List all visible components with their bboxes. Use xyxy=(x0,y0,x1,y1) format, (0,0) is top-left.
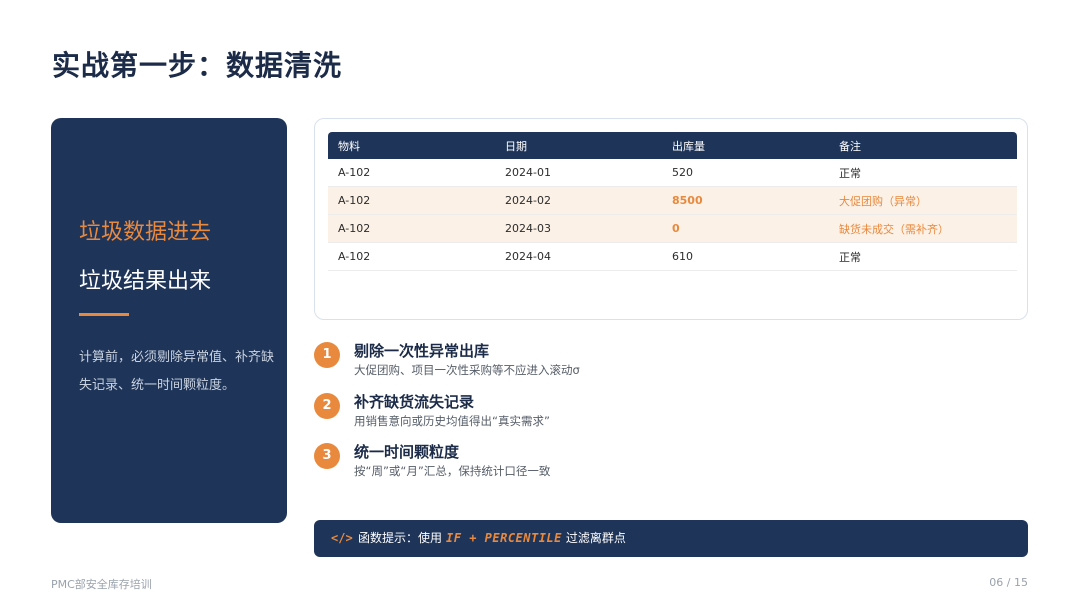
column-header-qty: 出库量 xyxy=(662,132,829,159)
tip-text: 函数提示：使用 IF + PERCENTILE 过滤离群点 xyxy=(358,520,626,557)
cell-material: A-102 xyxy=(328,242,495,271)
step-subtitle: 按“周”或“月”汇总，保持统计口径一致 xyxy=(354,464,551,478)
cell-qty: 610 xyxy=(662,242,829,271)
code-icon: </> xyxy=(331,531,353,545)
column-header-note: 备注 xyxy=(829,132,1017,159)
cell-qty: 520 xyxy=(662,159,829,187)
page-title: 实战第一步：数据清洗 xyxy=(52,49,343,82)
function-tip-bar: </> 函数提示：使用 IF + PERCENTILE 过滤离群点 xyxy=(314,520,1028,557)
step-title: 剔除一次性异常出库 xyxy=(354,342,490,360)
step-number-badge: 3 xyxy=(314,443,340,469)
table-row-anomaly: A-102 2024-02 8500 大促团购（异常） xyxy=(328,186,1017,215)
step-title: 统一时间颗粒度 xyxy=(354,443,460,461)
summary-panel: 垃圾数据进去 垃圾结果出来 计算前，必须剔除异常值、补齐缺失记录、统一时间颗粒度… xyxy=(51,118,287,523)
cell-date: 2024-04 xyxy=(495,242,662,271)
panel-divider xyxy=(79,313,129,316)
cell-material: A-102 xyxy=(328,186,495,215)
table-row: A-102 2024-01 520 正常 xyxy=(328,159,1017,187)
cell-material: A-102 xyxy=(328,214,495,243)
cell-qty: 0 xyxy=(662,214,829,243)
column-header-date: 日期 xyxy=(495,132,662,159)
tip-formula: IF + PERCENTILE xyxy=(446,531,562,545)
step-number-badge: 1 xyxy=(314,342,340,368)
cell-note: 正常 xyxy=(829,242,1017,271)
cell-date: 2024-01 xyxy=(495,159,662,187)
column-header-material: 物料 xyxy=(328,132,495,159)
step-item: 3 统一时间颗粒度 按“周”或“月”汇总，保持统计口径一致 xyxy=(314,441,1028,491)
cell-material: A-102 xyxy=(328,159,495,187)
table-header-row: 物料 日期 出库量 备注 xyxy=(328,132,1017,159)
cell-note: 大促团购（异常） xyxy=(829,186,1017,215)
footer-deck-title: PMC部安全库存培训 xyxy=(51,578,152,591)
step-item: 2 补齐缺货流失记录 用销售意向或历史均值得出“真实需求” xyxy=(314,391,1028,441)
step-title: 补齐缺货流失记录 xyxy=(354,393,475,411)
step-item: 1 剔除一次性异常出库 大促团购、项目一次性采购等不应进入滚动σ xyxy=(314,340,1028,390)
table-row-missing: A-102 2024-03 0 缺货未成交（需补齐） xyxy=(328,214,1017,243)
step-subtitle: 大促团购、项目一次性采购等不应进入滚动σ xyxy=(354,363,580,377)
cell-date: 2024-02 xyxy=(495,186,662,215)
panel-headline-orange: 垃圾数据进去 xyxy=(79,220,212,245)
step-subtitle: 用销售意向或历史均值得出“真实需求” xyxy=(354,414,550,428)
table-row: A-102 2024-04 610 正常 xyxy=(328,242,1017,271)
tip-suffix: 过滤离群点 xyxy=(565,531,626,545)
step-number-badge: 2 xyxy=(314,393,340,419)
cell-note: 正常 xyxy=(829,159,1017,187)
cell-qty: 8500 xyxy=(662,186,829,215)
tip-prefix: 函数提示：使用 xyxy=(358,531,443,545)
cell-note: 缺货未成交（需补齐） xyxy=(829,214,1017,243)
page-number: 06 / 15 xyxy=(989,576,1028,589)
panel-description: 计算前，必须剔除异常值、补齐缺失记录、统一时间颗粒度。 xyxy=(79,350,275,393)
data-table-card: 物料 日期 出库量 备注 A-102 2024-01 520 正常 A-102 … xyxy=(314,118,1028,320)
data-table: 物料 日期 出库量 备注 A-102 2024-01 520 正常 A-102 … xyxy=(328,132,1017,271)
cell-date: 2024-03 xyxy=(495,214,662,243)
panel-headline-white: 垃圾结果出来 xyxy=(79,269,212,294)
